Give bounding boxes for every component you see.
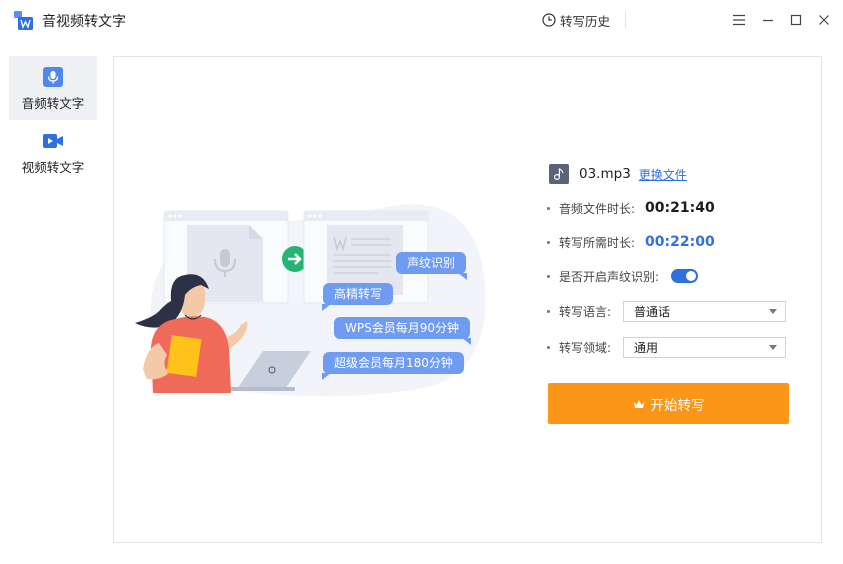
chevron-down-icon xyxy=(769,308,778,314)
maximize-button[interactable] xyxy=(788,12,804,28)
duration-label: 音频文件时长: xyxy=(559,201,636,216)
bullet-dot xyxy=(547,240,550,244)
change-file-link[interactable]: 更换文件 xyxy=(639,166,687,183)
sidebar-item-label: 视频转文字 xyxy=(21,160,85,175)
clock-icon xyxy=(542,13,556,27)
voiceprint-label: 是否开启声纹识别: xyxy=(559,269,660,284)
hamburger-icon xyxy=(733,14,745,26)
bubble-wps-member: WPS会员每月90分钟 xyxy=(334,317,471,345)
app-logo-icon xyxy=(14,11,33,30)
required-time-label: 转写所需时长: xyxy=(559,235,636,250)
video-icon xyxy=(43,134,63,148)
file-name: 03.mp3 xyxy=(579,166,631,182)
language-selected-value: 普通话 xyxy=(634,304,671,319)
minimize-icon xyxy=(763,19,773,22)
file-row: 03.mp3 更换文件 xyxy=(549,163,687,185)
title-bar: 音视频转文字 转写历史 xyxy=(0,0,843,40)
app-title: 音视频转文字 xyxy=(42,14,126,30)
crown-icon xyxy=(633,399,644,408)
bubble-high-precision: 高精转写 xyxy=(321,283,394,311)
required-time-row: 转写所需时长: 00:22:00 xyxy=(547,231,715,253)
start-transcription-button[interactable]: 开始转写 xyxy=(548,383,789,424)
start-button-label: 开始转写 xyxy=(650,397,705,414)
language-row: 转写语言: 普通话 xyxy=(547,300,787,322)
sidebar-item-video-to-text[interactable]: 视频转文字 xyxy=(9,120,97,184)
illustration: 声纹识别 高精转写 WPS会员每月90分钟 超级会员每月180分钟 xyxy=(129,197,499,407)
domain-selected-value: 通用 xyxy=(634,340,659,355)
voiceprint-row: 是否开启声纹识别: xyxy=(547,265,699,287)
music-file-icon xyxy=(549,164,569,184)
required-time-value: 00:22:00 xyxy=(645,234,715,250)
sidebar-item-audio-to-text[interactable]: 音频转文字 xyxy=(9,56,97,120)
bullet-dot xyxy=(547,206,550,210)
language-select[interactable]: 普通话 xyxy=(623,300,787,322)
close-button[interactable] xyxy=(816,12,832,28)
bullet-dot xyxy=(547,345,550,349)
close-icon xyxy=(819,15,829,25)
app-window: 音视频转文字 转写历史 音频转文字 视频转文字 声纹识别 高精转写 WPS会员每… xyxy=(0,0,843,564)
bubble-voiceprint: 声纹识别 xyxy=(396,252,468,280)
sidebar-item-label: 音频转文字 xyxy=(21,96,85,111)
domain-select[interactable]: 通用 xyxy=(623,336,787,358)
history-label: 转写历史 xyxy=(560,13,611,29)
history-button[interactable]: 转写历史 xyxy=(542,10,610,30)
menu-button[interactable] xyxy=(731,12,747,28)
microphone-icon xyxy=(43,67,63,87)
bubble-super-member: 超级会员每月180分钟 xyxy=(322,352,464,380)
domain-label: 转写领域: xyxy=(559,340,612,355)
main-panel: 声纹识别 高精转写 WPS会员每月90分钟 超级会员每月180分钟 03.mp3… xyxy=(113,56,822,543)
duration-row: 音频文件时长: 00:21:40 xyxy=(547,197,715,219)
titlebar-divider xyxy=(625,11,626,28)
duration-value: 00:21:40 xyxy=(645,200,715,216)
bullet-dot xyxy=(547,274,550,278)
maximize-icon xyxy=(790,14,802,26)
chevron-down-icon xyxy=(769,344,778,350)
toggle-knob xyxy=(686,271,697,281)
language-label: 转写语言: xyxy=(559,304,612,319)
voiceprint-toggle[interactable] xyxy=(671,269,699,283)
domain-row: 转写领域: 通用 xyxy=(547,336,787,358)
illustration-graphic xyxy=(135,204,486,397)
minimize-button[interactable] xyxy=(760,12,776,28)
bullet-dot xyxy=(547,309,550,313)
sidebar: 音频转文字 视频转文字 xyxy=(9,56,97,184)
